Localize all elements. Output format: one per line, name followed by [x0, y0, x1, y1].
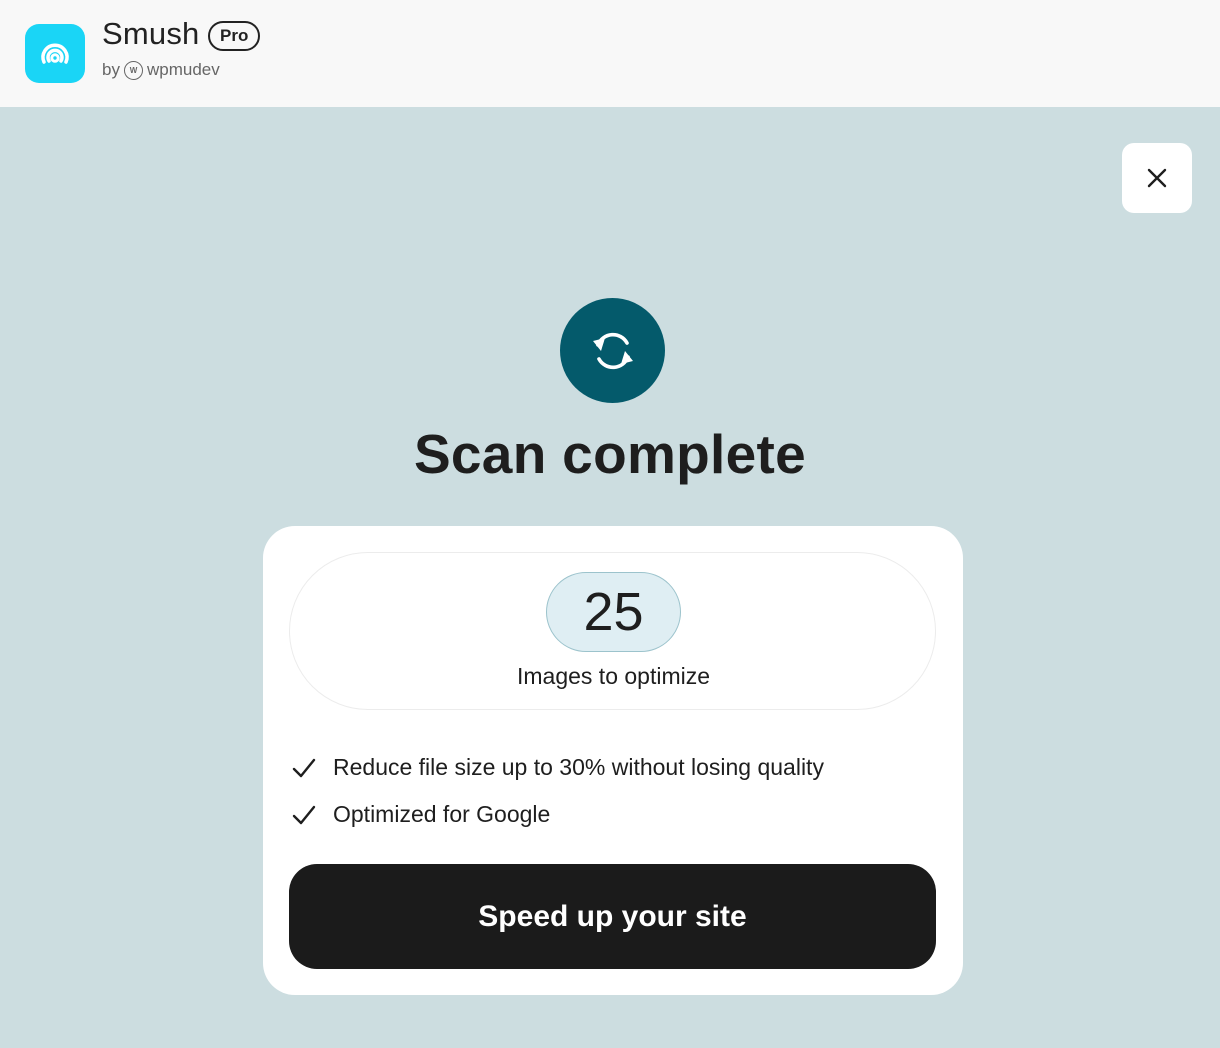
image-count-label: Images to optimize	[516, 663, 711, 689]
image-count-badge: 25	[546, 572, 681, 652]
list-item: Reduce file size up to 30% without losin…	[289, 744, 824, 791]
vendor-byline: by W wpmudev	[102, 60, 220, 80]
speed-up-button[interactable]: Speed up your site	[289, 864, 936, 969]
wpmudev-logo-icon: W	[123, 60, 143, 80]
scan-complete-title: Scan complete	[413, 423, 807, 485]
pro-badge: Pro	[208, 21, 261, 51]
header-bar: Smush Pro by W wpmudev	[0, 0, 1220, 107]
check-icon	[292, 805, 316, 824]
benefit-text: Reduce file size up to 30% without losin…	[333, 754, 824, 780]
close-icon	[1147, 168, 1167, 188]
byline-prefix: by	[102, 60, 120, 79]
check-icon	[292, 758, 316, 777]
list-item: Optimized for Google	[289, 791, 824, 838]
benefit-list: Reduce file size up to 30% without losin…	[289, 744, 824, 838]
scan-result-card: 25 Images to optimize Reduce file size u…	[263, 526, 963, 995]
app-name: Smush	[102, 16, 200, 51]
close-button[interactable]	[1122, 143, 1192, 213]
smush-logo-icon	[25, 24, 85, 83]
benefit-text: Optimized for Google	[333, 801, 551, 827]
sync-icon	[560, 298, 665, 403]
vendor-name: wpmudev	[146, 60, 220, 79]
image-count-panel: 25 Images to optimize	[289, 552, 936, 710]
